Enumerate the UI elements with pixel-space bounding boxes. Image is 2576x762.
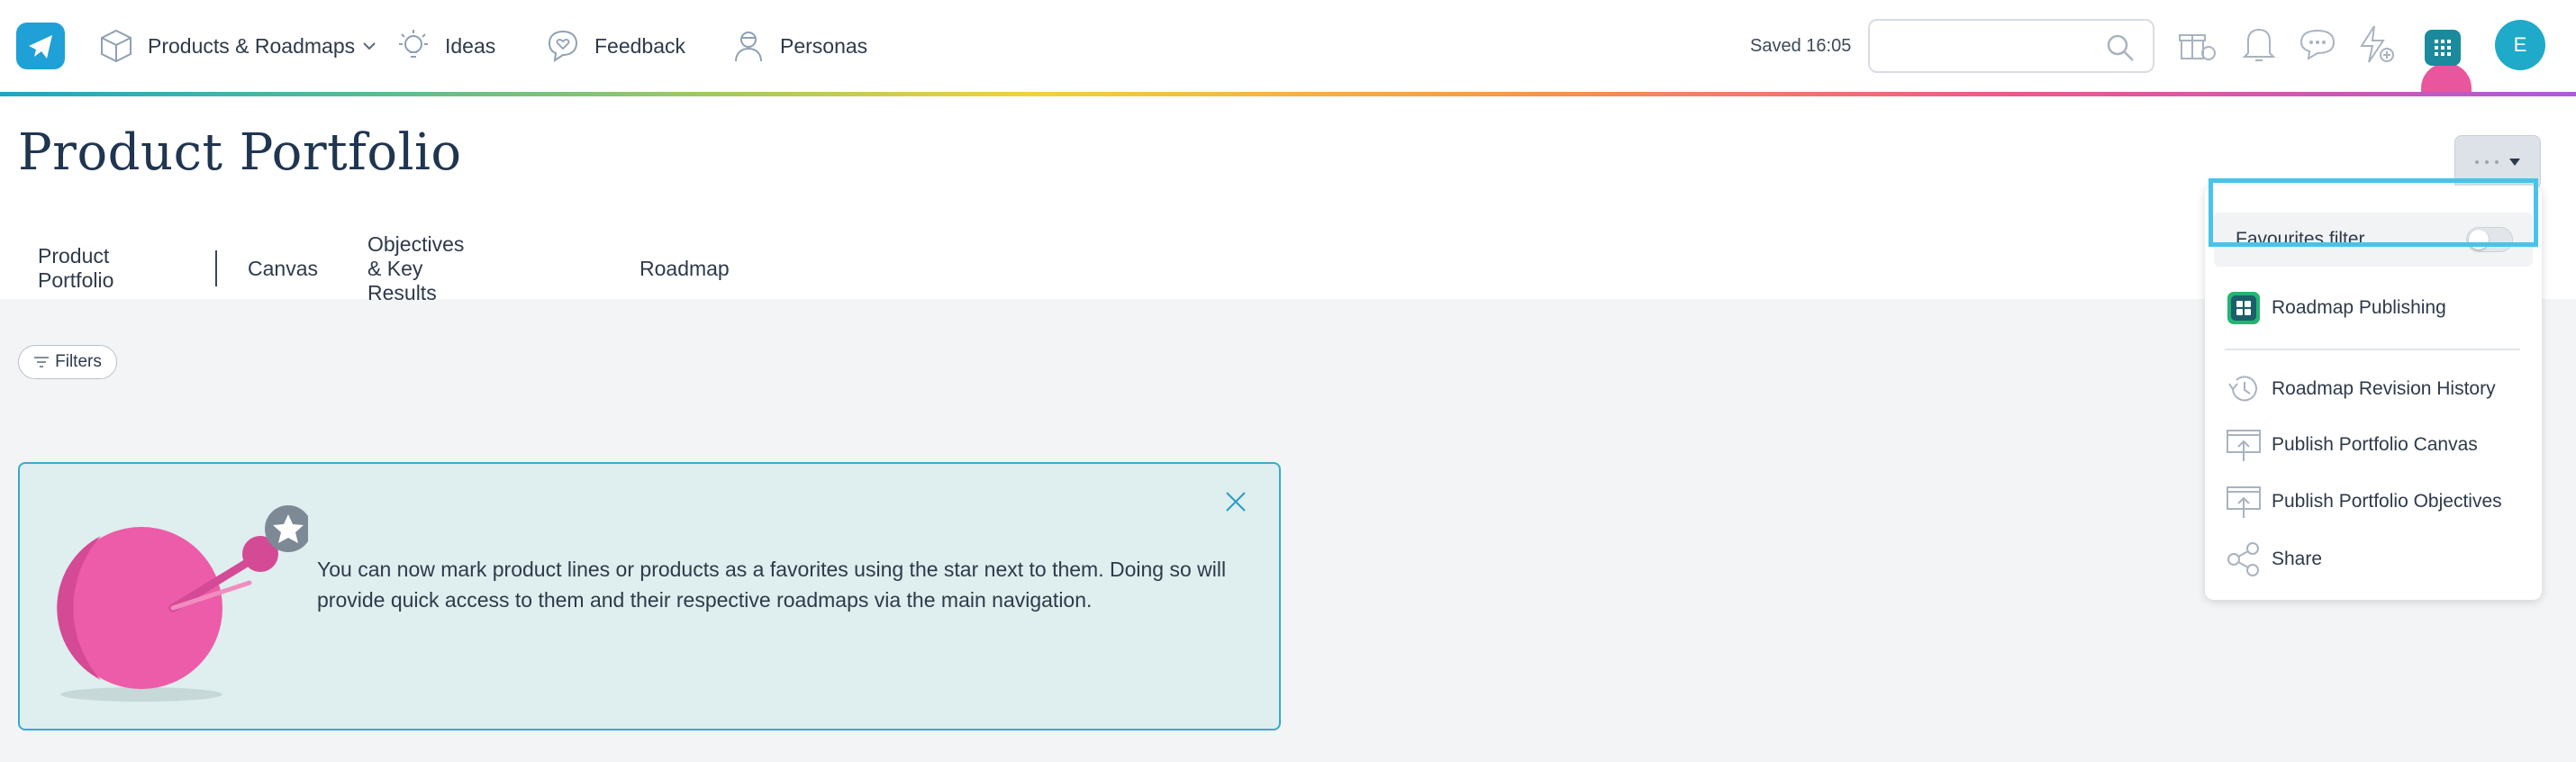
apps-indicator (2421, 63, 2472, 95)
menu-item-publish-portfolio-objectives[interactable]: Publish Portfolio Objectives (2225, 479, 2502, 524)
paper-plane-logo-icon (29, 35, 52, 59)
nav-ideas-label: Ideas (445, 33, 496, 58)
nav-feedback[interactable]: Feedback (544, 27, 685, 65)
filters-button[interactable]: Filters (18, 345, 117, 379)
tab-canvas[interactable]: Canvas (248, 245, 318, 292)
ball-star-illustration-icon (57, 505, 308, 702)
lightbulb-icon (399, 30, 428, 58)
chat-bubble-icon[interactable] (2297, 23, 2338, 66)
options-dropdown-menu: Favourites filter Roadmap Publishing Roa… (2205, 186, 2542, 600)
menu-item-label: Publish Portfolio Objectives (2272, 491, 2502, 512)
roadmap-gift-icon[interactable] (2176, 23, 2219, 66)
close-icon[interactable] (1225, 491, 1247, 513)
search-icon[interactable] (2104, 32, 2136, 64)
cube-icon (101, 29, 132, 63)
heart-chat-icon (548, 30, 578, 63)
filter-lines-icon (34, 357, 50, 367)
notice-message: You can now mark product lines or produc… (317, 558, 1227, 612)
search-box[interactable] (1868, 19, 2154, 73)
more-options-button[interactable] (2454, 135, 2541, 189)
menu-item-share[interactable]: Share (2225, 537, 2322, 582)
nav-products-roadmaps-label: Products & Roadmaps (148, 33, 356, 58)
nav-feedback-label: Feedback (594, 33, 686, 58)
ellipsis-icon (2475, 160, 2499, 164)
tab-roadmap[interactable]: Roadmap (639, 245, 730, 292)
page-title: Product Portfolio (18, 123, 462, 182)
apps-grid-icon (2435, 40, 2451, 56)
menu-divider (2225, 349, 2520, 350)
filters-label: Filters (55, 352, 102, 371)
menu-item-label: Roadmap Revision History (2272, 378, 2496, 399)
apps-grid-button[interactable] (2425, 30, 2461, 66)
favourites-filter-label: Favourites filter (2236, 229, 2365, 249)
history-icon (2225, 370, 2263, 408)
share-icon (2225, 540, 2263, 578)
top-navigation-bar: Products & Roadmaps Ideas Feedback Perso… (0, 0, 2576, 95)
lightning-plus-icon[interactable] (2354, 23, 2398, 66)
app-logo[interactable] (16, 23, 65, 69)
search-input[interactable] (1884, 32, 2095, 62)
tab-product-portfolio[interactable]: Product Portfolio (38, 244, 113, 292)
menu-item-label: Roadmap Publishing (2272, 297, 2446, 318)
bell-icon[interactable] (2239, 23, 2279, 66)
apps-grid-icon (2225, 289, 2263, 327)
person-icon (735, 32, 762, 62)
menu-item-label: Share (2272, 549, 2323, 569)
menu-item-publish-portfolio-canvas[interactable]: Publish Portfolio Canvas (2225, 422, 2478, 467)
caret-down-icon (2509, 159, 2520, 166)
nav-personas-label: Personas (780, 33, 868, 58)
publish-icon (2225, 426, 2263, 464)
saved-status: Saved 16:05 (1750, 36, 1852, 56)
tab-objectives-key-results[interactable]: Objectives & Key Results (367, 232, 464, 304)
favourites-filter-toggle[interactable] (2466, 227, 2513, 252)
chevron-down-icon (363, 42, 376, 50)
nav-personas[interactable]: Personas (730, 27, 867, 65)
menu-item-roadmap-revision-history[interactable]: Roadmap Revision History (2225, 367, 2496, 412)
nav-products-roadmaps[interactable]: Products & Roadmaps (97, 27, 378, 65)
user-avatar[interactable]: E (2495, 20, 2545, 70)
tab-separator (215, 250, 217, 286)
nav-ideas[interactable]: Ideas (395, 27, 495, 65)
publish-icon (2225, 483, 2263, 521)
favourites-filter-row[interactable]: Favourites filter (2214, 213, 2533, 267)
menu-item-roadmap-publishing[interactable]: Roadmap Publishing (2225, 286, 2446, 331)
favourites-notice-banner: You can now mark product lines or produc… (18, 462, 1281, 730)
menu-item-label: Publish Portfolio Canvas (2272, 434, 2478, 455)
